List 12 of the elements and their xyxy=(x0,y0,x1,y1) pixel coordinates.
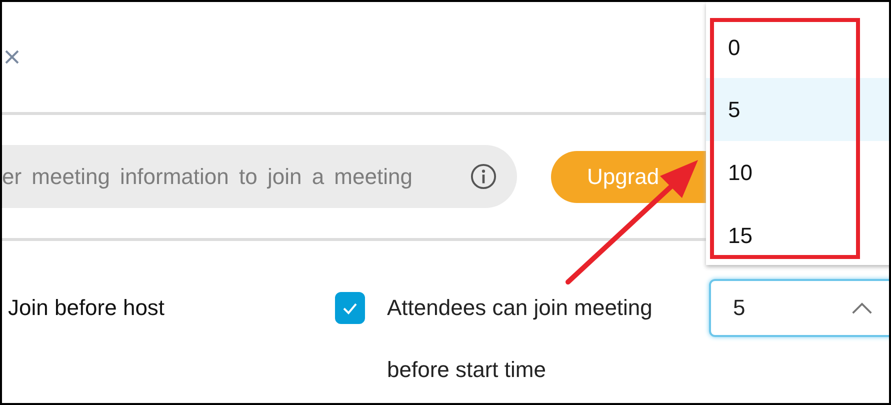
search-field[interactable]: er meeting information to join a meeting xyxy=(2,145,517,208)
close-icon[interactable] xyxy=(5,50,19,64)
info-icon[interactable] xyxy=(470,163,497,190)
minutes-select[interactable]: 5 xyxy=(709,279,889,337)
dropdown-option[interactable]: 0 xyxy=(706,2,889,78)
checkbox[interactable] xyxy=(335,292,365,324)
checkbox-label: Attendees can join meeting before start time xyxy=(387,294,654,384)
dropdown-option[interactable]: 5 xyxy=(706,78,889,141)
setting-label: Join before host xyxy=(8,294,166,322)
dropdown-option[interactable]: 15 xyxy=(706,204,889,267)
search-input[interactable]: er meeting information to join a meeting xyxy=(2,164,470,190)
caret-icon xyxy=(851,302,873,314)
